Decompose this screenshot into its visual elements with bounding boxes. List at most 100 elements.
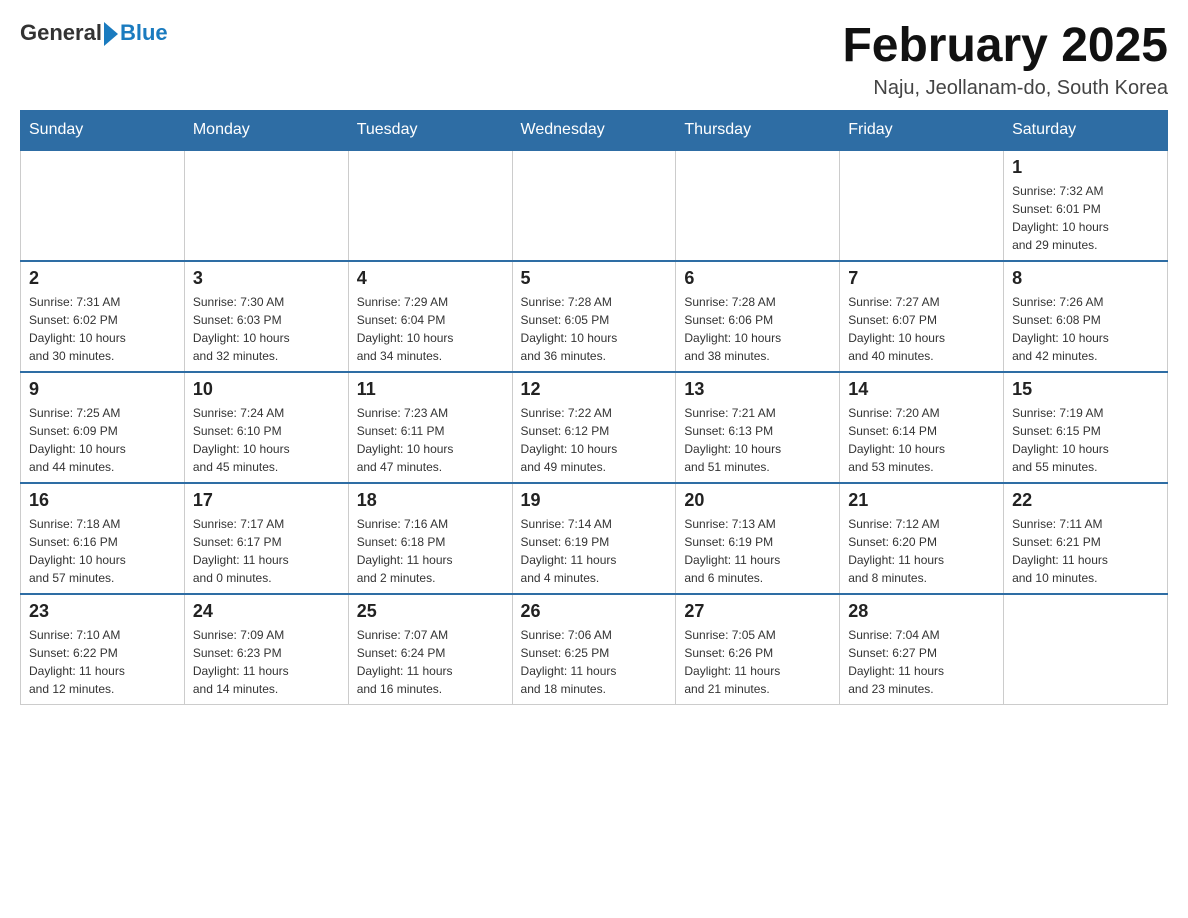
day-number: 5	[521, 268, 668, 289]
day-cell	[840, 150, 1004, 261]
day-info: Sunrise: 7:17 AM Sunset: 6:17 PM Dayligh…	[193, 515, 340, 587]
day-number: 14	[848, 379, 995, 400]
day-info: Sunrise: 7:04 AM Sunset: 6:27 PM Dayligh…	[848, 626, 995, 698]
day-cell: 6 Sunrise: 7:28 AM Sunset: 6:06 PM Daylig…	[676, 261, 840, 372]
day-cell: 10 Sunrise: 7:24 AM Sunset: 6:10 PM Dayli…	[184, 372, 348, 483]
week-row-5: 23 Sunrise: 7:10 AM Sunset: 6:22 PM Dayli…	[21, 594, 1168, 705]
day-cell	[512, 150, 676, 261]
day-number: 4	[357, 268, 504, 289]
day-cell	[676, 150, 840, 261]
day-info: Sunrise: 7:19 AM Sunset: 6:15 PM Dayligh…	[1012, 404, 1159, 476]
column-header-thursday: Thursday	[676, 110, 840, 150]
day-info: Sunrise: 7:13 AM Sunset: 6:19 PM Dayligh…	[684, 515, 831, 587]
day-cell: 28 Sunrise: 7:04 AM Sunset: 6:27 PM Dayli…	[840, 594, 1004, 705]
day-cell: 2 Sunrise: 7:31 AM Sunset: 6:02 PM Daylig…	[21, 261, 185, 372]
day-info: Sunrise: 7:32 AM Sunset: 6:01 PM Dayligh…	[1012, 182, 1159, 254]
day-number: 1	[1012, 157, 1159, 178]
week-row-3: 9 Sunrise: 7:25 AM Sunset: 6:09 PM Daylig…	[21, 372, 1168, 483]
day-cell: 21Sunrise: 7:12 AM Sunset: 6:20 PM Dayli…	[840, 483, 1004, 594]
day-info: Sunrise: 7:07 AM Sunset: 6:24 PM Dayligh…	[357, 626, 504, 698]
day-cell: 13 Sunrise: 7:21 AM Sunset: 6:13 PM Dayli…	[676, 372, 840, 483]
day-info: Sunrise: 7:09 AM Sunset: 6:23 PM Dayligh…	[193, 626, 340, 698]
day-cell: 19 Sunrise: 7:14 AM Sunset: 6:19 PM Dayli…	[512, 483, 676, 594]
title-section: February 2025 Naju, Jeollanam-do, South …	[842, 20, 1168, 100]
day-cell: 17 Sunrise: 7:17 AM Sunset: 6:17 PM Dayli…	[184, 483, 348, 594]
day-info: Sunrise: 7:14 AM Sunset: 6:19 PM Dayligh…	[521, 515, 668, 587]
day-number: 6	[684, 268, 831, 289]
day-number: 8	[1012, 268, 1159, 289]
day-cell: 15 Sunrise: 7:19 AM Sunset: 6:15 PM Dayli…	[1004, 372, 1168, 483]
day-number: 21	[848, 490, 995, 511]
day-cell: 3 Sunrise: 7:30 AM Sunset: 6:03 PM Daylig…	[184, 261, 348, 372]
day-info: Sunrise: 7:29 AM Sunset: 6:04 PM Dayligh…	[357, 293, 504, 365]
day-cell: 23 Sunrise: 7:10 AM Sunset: 6:22 PM Dayli…	[21, 594, 185, 705]
day-cell: 8Sunrise: 7:26 AM Sunset: 6:08 PM Daylig…	[1004, 261, 1168, 372]
day-info: Sunrise: 7:22 AM Sunset: 6:12 PM Dayligh…	[521, 404, 668, 476]
day-info: Sunrise: 7:31 AM Sunset: 6:02 PM Dayligh…	[29, 293, 176, 365]
week-row-1: 1 Sunrise: 7:32 AM Sunset: 6:01 PM Daylig…	[21, 150, 1168, 261]
day-info: Sunrise: 7:21 AM Sunset: 6:13 PM Dayligh…	[684, 404, 831, 476]
day-info: Sunrise: 7:06 AM Sunset: 6:25 PM Dayligh…	[521, 626, 668, 698]
day-info: Sunrise: 7:27 AM Sunset: 6:07 PM Dayligh…	[848, 293, 995, 365]
column-header-tuesday: Tuesday	[348, 110, 512, 150]
column-header-friday: Friday	[840, 110, 1004, 150]
column-header-wednesday: Wednesday	[512, 110, 676, 150]
day-number: 3	[193, 268, 340, 289]
calendar-header-row: SundayMondayTuesdayWednesdayThursdayFrid…	[21, 110, 1168, 150]
day-info: Sunrise: 7:10 AM Sunset: 6:22 PM Dayligh…	[29, 626, 176, 698]
day-cell: 27 Sunrise: 7:05 AM Sunset: 6:26 PM Dayli…	[676, 594, 840, 705]
day-info: Sunrise: 7:28 AM Sunset: 6:05 PM Dayligh…	[521, 293, 668, 365]
logo-general-text: General	[20, 20, 102, 46]
day-cell: 24 Sunrise: 7:09 AM Sunset: 6:23 PM Dayli…	[184, 594, 348, 705]
day-number: 2	[29, 268, 176, 289]
day-info: Sunrise: 7:18 AM Sunset: 6:16 PM Dayligh…	[29, 515, 176, 587]
column-header-sunday: Sunday	[21, 110, 185, 150]
day-info: Sunrise: 7:25 AM Sunset: 6:09 PM Dayligh…	[29, 404, 176, 476]
column-header-saturday: Saturday	[1004, 110, 1168, 150]
logo-arrow-icon	[104, 22, 118, 46]
day-info: Sunrise: 7:05 AM Sunset: 6:26 PM Dayligh…	[684, 626, 831, 698]
week-row-2: 2 Sunrise: 7:31 AM Sunset: 6:02 PM Daylig…	[21, 261, 1168, 372]
calendar-subtitle: Naju, Jeollanam-do, South Korea	[842, 77, 1168, 100]
day-number: 25	[357, 601, 504, 622]
day-info: Sunrise: 7:16 AM Sunset: 6:18 PM Dayligh…	[357, 515, 504, 587]
day-cell: 4 Sunrise: 7:29 AM Sunset: 6:04 PM Daylig…	[348, 261, 512, 372]
day-number: 7	[848, 268, 995, 289]
day-cell: 14 Sunrise: 7:20 AM Sunset: 6:14 PM Dayli…	[840, 372, 1004, 483]
day-cell	[21, 150, 185, 261]
day-cell: 7 Sunrise: 7:27 AM Sunset: 6:07 PM Daylig…	[840, 261, 1004, 372]
calendar-table: SundayMondayTuesdayWednesdayThursdayFrid…	[20, 110, 1168, 705]
day-cell	[348, 150, 512, 261]
day-cell: 1 Sunrise: 7:32 AM Sunset: 6:01 PM Daylig…	[1004, 150, 1168, 261]
day-number: 24	[193, 601, 340, 622]
day-info: Sunrise: 7:30 AM Sunset: 6:03 PM Dayligh…	[193, 293, 340, 365]
day-number: 9	[29, 379, 176, 400]
day-cell: 16 Sunrise: 7:18 AM Sunset: 6:16 PM Dayli…	[21, 483, 185, 594]
day-number: 17	[193, 490, 340, 511]
day-number: 19	[521, 490, 668, 511]
day-number: 13	[684, 379, 831, 400]
column-header-monday: Monday	[184, 110, 348, 150]
day-cell: 25 Sunrise: 7:07 AM Sunset: 6:24 PM Dayli…	[348, 594, 512, 705]
day-cell: 18 Sunrise: 7:16 AM Sunset: 6:18 PM Dayli…	[348, 483, 512, 594]
day-number: 20	[684, 490, 831, 511]
day-number: 26	[521, 601, 668, 622]
day-info: Sunrise: 7:20 AM Sunset: 6:14 PM Dayligh…	[848, 404, 995, 476]
day-number: 11	[357, 379, 504, 400]
calendar-title: February 2025	[842, 20, 1168, 73]
day-number: 28	[848, 601, 995, 622]
day-number: 23	[29, 601, 176, 622]
day-cell	[1004, 594, 1168, 705]
day-info: Sunrise: 7:23 AM Sunset: 6:11 PM Dayligh…	[357, 404, 504, 476]
day-info: Sunrise: 7:28 AM Sunset: 6:06 PM Dayligh…	[684, 293, 831, 365]
day-cell: 26 Sunrise: 7:06 AM Sunset: 6:25 PM Dayli…	[512, 594, 676, 705]
day-info: Sunrise: 7:24 AM Sunset: 6:10 PM Dayligh…	[193, 404, 340, 476]
day-number: 15	[1012, 379, 1159, 400]
logo: General Blue	[20, 20, 168, 46]
week-row-4: 16 Sunrise: 7:18 AM Sunset: 6:16 PM Dayli…	[21, 483, 1168, 594]
day-number: 12	[521, 379, 668, 400]
day-number: 10	[193, 379, 340, 400]
day-number: 27	[684, 601, 831, 622]
day-number: 16	[29, 490, 176, 511]
day-number: 18	[357, 490, 504, 511]
